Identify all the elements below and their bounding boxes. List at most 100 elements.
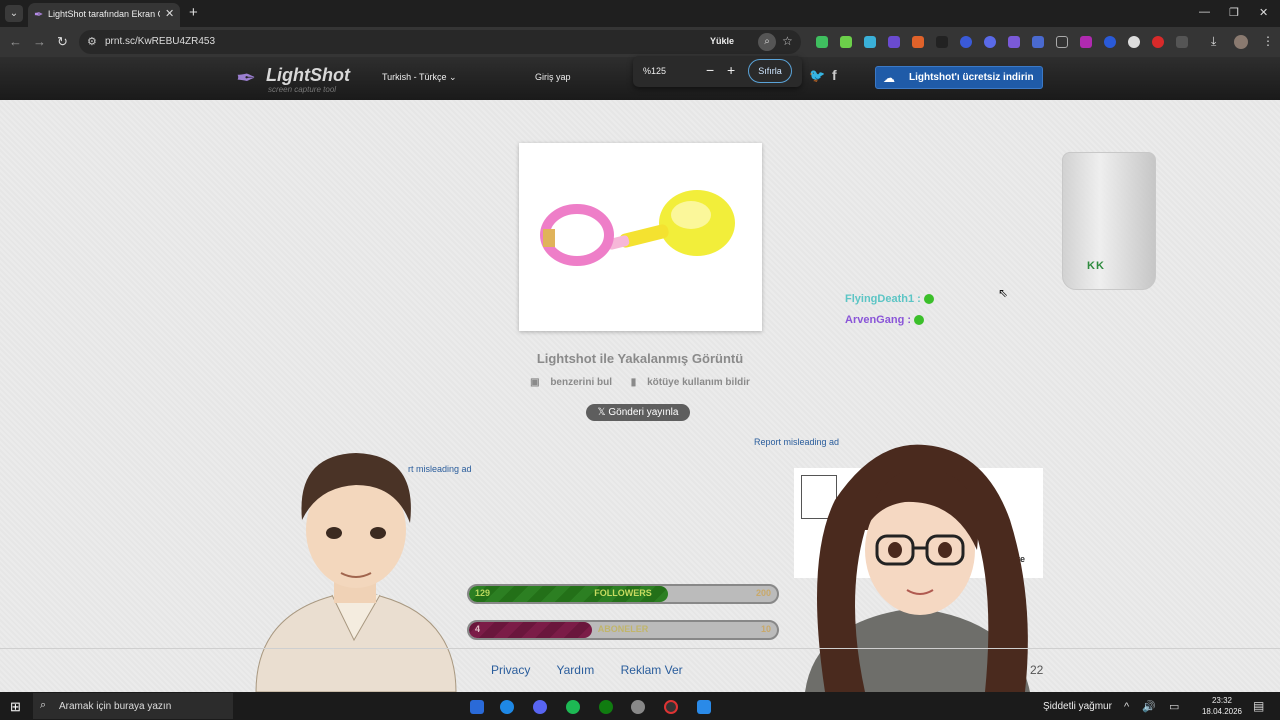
extensions-puzzle-icon[interactable] [1176, 36, 1188, 48]
glass-overlay [1062, 152, 1156, 290]
download-icon[interactable]: ⤓ [1211, 34, 1216, 49]
mouse-cursor-icon: ⇖ [998, 286, 1009, 300]
download-cloud-icon: ☁ [883, 71, 895, 85]
extension-9-icon[interactable] [1008, 36, 1020, 48]
tweet-button[interactable]: 𝕏 Gönderi yayınla [586, 404, 690, 421]
taskbar-discord-icon[interactable] [533, 700, 547, 714]
zoom-in-button[interactable]: + [727, 62, 735, 78]
emote-icon [914, 315, 925, 326]
footer-link-advertise[interactable]: Reklam Ver [621, 663, 683, 677]
followers-label: FOLLOWERS [594, 588, 652, 598]
footer-divider [0, 648, 1280, 649]
site-info-icon[interactable]: ⚙ [87, 35, 97, 48]
zoom-icon[interactable]: ⌕ [758, 33, 776, 51]
extension-7-icon[interactable] [960, 36, 972, 48]
taskbar-edge-icon[interactable] [500, 700, 514, 714]
extension-10-icon[interactable] [1032, 36, 1044, 48]
tab-list-button[interactable]: ⌄ [5, 5, 23, 22]
glass-overlay-text: KK [1087, 260, 1105, 272]
extension-5-icon[interactable] [912, 36, 924, 48]
subscribers-goal-bar: 4 ABONELER 10 [467, 620, 779, 640]
minimize-icon[interactable]: — [1199, 6, 1210, 18]
forward-icon[interactable]: → [33, 34, 46, 49]
footer-link-help[interactable]: Yardım [556, 663, 594, 677]
extension-4-icon[interactable] [888, 36, 900, 48]
tab-lightshot[interactable]: ✒ LightShot tarafından Ekran Görü ✕ [28, 3, 180, 27]
taskbar-search-input[interactable]: ⌕ Aramak için buraya yazın [33, 693, 233, 719]
toy-pacifier-image [540, 190, 735, 266]
zoom-popup: %125 − + Sıfırla [633, 56, 802, 87]
window-close-icon[interactable]: ✕ [1259, 6, 1268, 19]
extension-12-icon[interactable] [1080, 36, 1092, 48]
stream-chat: FlyingDeath1 : ArvenGang : [845, 289, 934, 331]
back-icon[interactable]: ← [9, 34, 22, 49]
extension-13-icon[interactable] [1104, 36, 1116, 48]
url-text[interactable]: prnt.sc/KwREBU4ZR453 [105, 36, 215, 47]
male-character-illustration [255, 453, 457, 692]
profile-avatar[interactable] [1234, 35, 1248, 49]
tab-close-icon[interactable]: ✕ [165, 7, 174, 20]
taskbar-photos-icon[interactable] [697, 700, 711, 714]
extension-14-icon[interactable] [1128, 36, 1140, 48]
download-lightshot-button[interactable]: ☁ Lightshot'ı ücretsiz indirin [875, 66, 1043, 89]
flag-icon: ▮ [630, 377, 637, 388]
lightshot-tagline: screen capture tool [268, 85, 337, 94]
extension-15-icon[interactable] [1152, 36, 1164, 48]
lightshot-logo[interactable]: LightShot [266, 65, 350, 86]
twitter-icon[interactable]: 🐦 [809, 68, 825, 84]
restore-icon[interactable]: ❐ [1229, 6, 1239, 19]
camera-icon: ▣ [530, 377, 540, 388]
footer-links: Privacy Yardım Reklam Ver [491, 663, 706, 677]
download-button-label: Lightshot'ı ücretsiz indirin [909, 72, 1034, 83]
taskbar-spotify-icon[interactable] [566, 700, 580, 714]
tab-bar: ⌄ ✒ LightShot tarafından Ekran Görü ✕ + … [0, 0, 1280, 27]
taskbar-search-placeholder: Aramak için buraya yazın [59, 701, 172, 712]
taskbar-clock[interactable]: 23:32 18.04.2026 [1200, 695, 1244, 717]
taskbar-xbox-icon[interactable] [599, 700, 613, 714]
tweet-label: Gönderi yayınla [608, 407, 679, 418]
report-abuse-link[interactable]: ▮ kötüye kullanım bildir [627, 377, 754, 388]
taskbar-app-store-icon[interactable] [470, 700, 484, 714]
weather-status[interactable]: Şiddetli yağmur [1043, 701, 1112, 712]
extension-8-icon[interactable] [984, 36, 996, 48]
address-bar[interactable]: ⚙ prnt.sc/KwREBU4ZR453 Yükle ⌕ ☆ [79, 30, 801, 54]
new-tab-icon[interactable]: + [189, 4, 198, 21]
female-character-illustration [805, 444, 1030, 692]
login-link[interactable]: Giriş yap [535, 72, 571, 82]
facebook-icon[interactable]: f [832, 67, 837, 83]
extension-11-icon[interactable] [1056, 36, 1068, 48]
zoom-out-button[interactable]: − [706, 62, 714, 78]
taskbar-app-icon[interactable] [631, 700, 645, 714]
subscribers-goal: 10 [760, 624, 771, 634]
find-similar-link[interactable]: ▣ benzerini bul [526, 377, 616, 388]
language-label: Turkish - Türkçe [382, 72, 447, 82]
system-tray-icons[interactable]: ^ 🔊 ▭ [1124, 700, 1184, 713]
zoom-reset-button[interactable]: Sıfırla [748, 59, 792, 83]
screenshot-image[interactable] [519, 143, 762, 331]
clock-time: 23:32 [1211, 696, 1233, 705]
lightshot-feather-icon: ✒ [236, 65, 257, 92]
reload-icon[interactable]: ↻ [57, 34, 68, 50]
extension-1-icon[interactable] [816, 36, 828, 48]
page-content: Lightshot ile Yakalanmış Görüntü ▣ benze… [0, 100, 1280, 692]
extension-6-icon[interactable] [936, 36, 948, 48]
extension-2-icon[interactable] [840, 36, 852, 48]
taskbar-obs-icon[interactable] [664, 700, 678, 714]
footer-link-privacy[interactable]: Privacy [491, 663, 530, 677]
extension-3-icon[interactable] [864, 36, 876, 48]
windows-start-icon[interactable]: ⊞ [10, 699, 21, 715]
search-icon: ⌕ [40, 699, 47, 711]
zoom-level: %125 [643, 66, 667, 76]
footer-number: 22 [1030, 663, 1044, 677]
find-similar-label: benzerini bul [550, 377, 612, 388]
chat-message: FlyingDeath1 : [845, 289, 934, 310]
lightshot-favicon-icon: ✒ [34, 9, 44, 21]
browser-menu-icon[interactable]: ⋮ [1262, 34, 1274, 48]
language-select[interactable]: Turkish - Türkçe ⌄ [382, 72, 457, 83]
upload-button[interactable]: Yükle [710, 36, 734, 46]
x-logo-icon: 𝕏 [597, 407, 606, 418]
notifications-icon[interactable]: ▤ [1253, 699, 1264, 713]
page-title: Lightshot ile Yakalanmış Görüntü [536, 351, 744, 366]
chat-username: FlyingDeath1 : [845, 293, 921, 305]
bookmark-star-icon[interactable]: ☆ [782, 34, 793, 48]
